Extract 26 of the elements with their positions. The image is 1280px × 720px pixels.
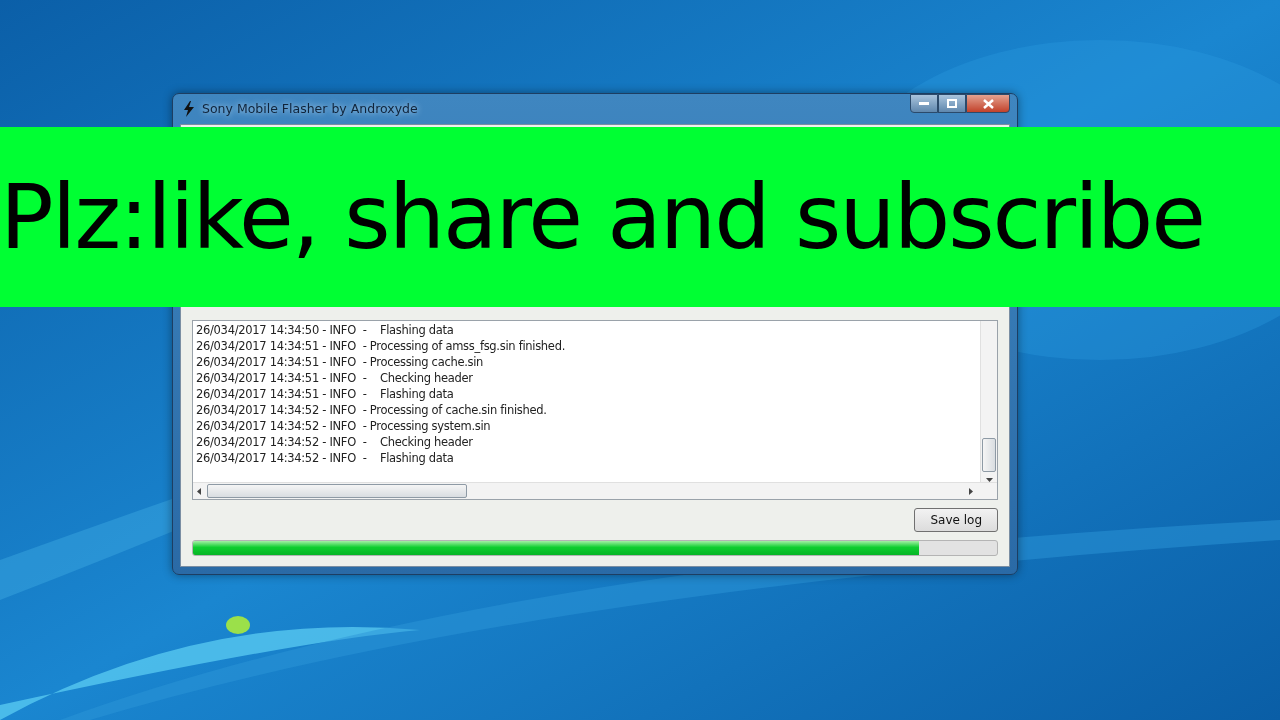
log-line: 26/034/2017 14:34:51 - INFO - Checking header — [196, 370, 474, 386]
log-line: 26/034/2017 14:34:52 - INFO - Checking header — [196, 434, 474, 450]
lightning-icon — [184, 101, 194, 117]
horizontal-scrollbar[interactable] — [193, 482, 997, 499]
banner-text: Plz:like, share and subscribe — [0, 172, 1205, 262]
log-line: 26/034/2017 14:34:52 - INFO - Processing of cache.sin finished. — [196, 402, 548, 418]
close-button[interactable] — [966, 94, 1010, 113]
scroll-thumb[interactable] — [207, 484, 467, 498]
scroll-thumb[interactable] — [982, 438, 996, 472]
maximize-icon — [947, 99, 957, 108]
minimize-button[interactable] — [910, 94, 938, 113]
left-arrow-icon — [197, 487, 201, 495]
log-line: 26/034/2017 14:34:50 - INFO - Flashing data — [196, 322, 455, 338]
down-arrow-icon — [985, 478, 993, 482]
log-line: 26/034/2017 14:34:51 - INFO - Flashing data — [196, 386, 455, 402]
vertical-scrollbar[interactable] — [980, 321, 997, 482]
minimize-icon — [919, 101, 929, 106]
right-arrow-icon — [969, 487, 973, 495]
log-line: 26/034/2017 14:34:52 - INFO - Processing system.sin — [196, 418, 492, 434]
log-line: 26/034/2017 14:34:52 - INFO - Flashing data — [196, 450, 455, 466]
window-title: Sony Mobile Flasher by Androxyde — [202, 99, 418, 118]
save-log-button[interactable]: Save log — [914, 508, 998, 532]
log-line: 26/034/2017 14:34:51 - INFO - Processing cache.sin — [196, 354, 485, 370]
log-line: 26/034/2017 14:34:51 - INFO - Processing of amss_fsg.sin finished. — [196, 338, 566, 354]
maximize-button[interactable] — [938, 94, 966, 113]
close-icon — [982, 98, 994, 109]
